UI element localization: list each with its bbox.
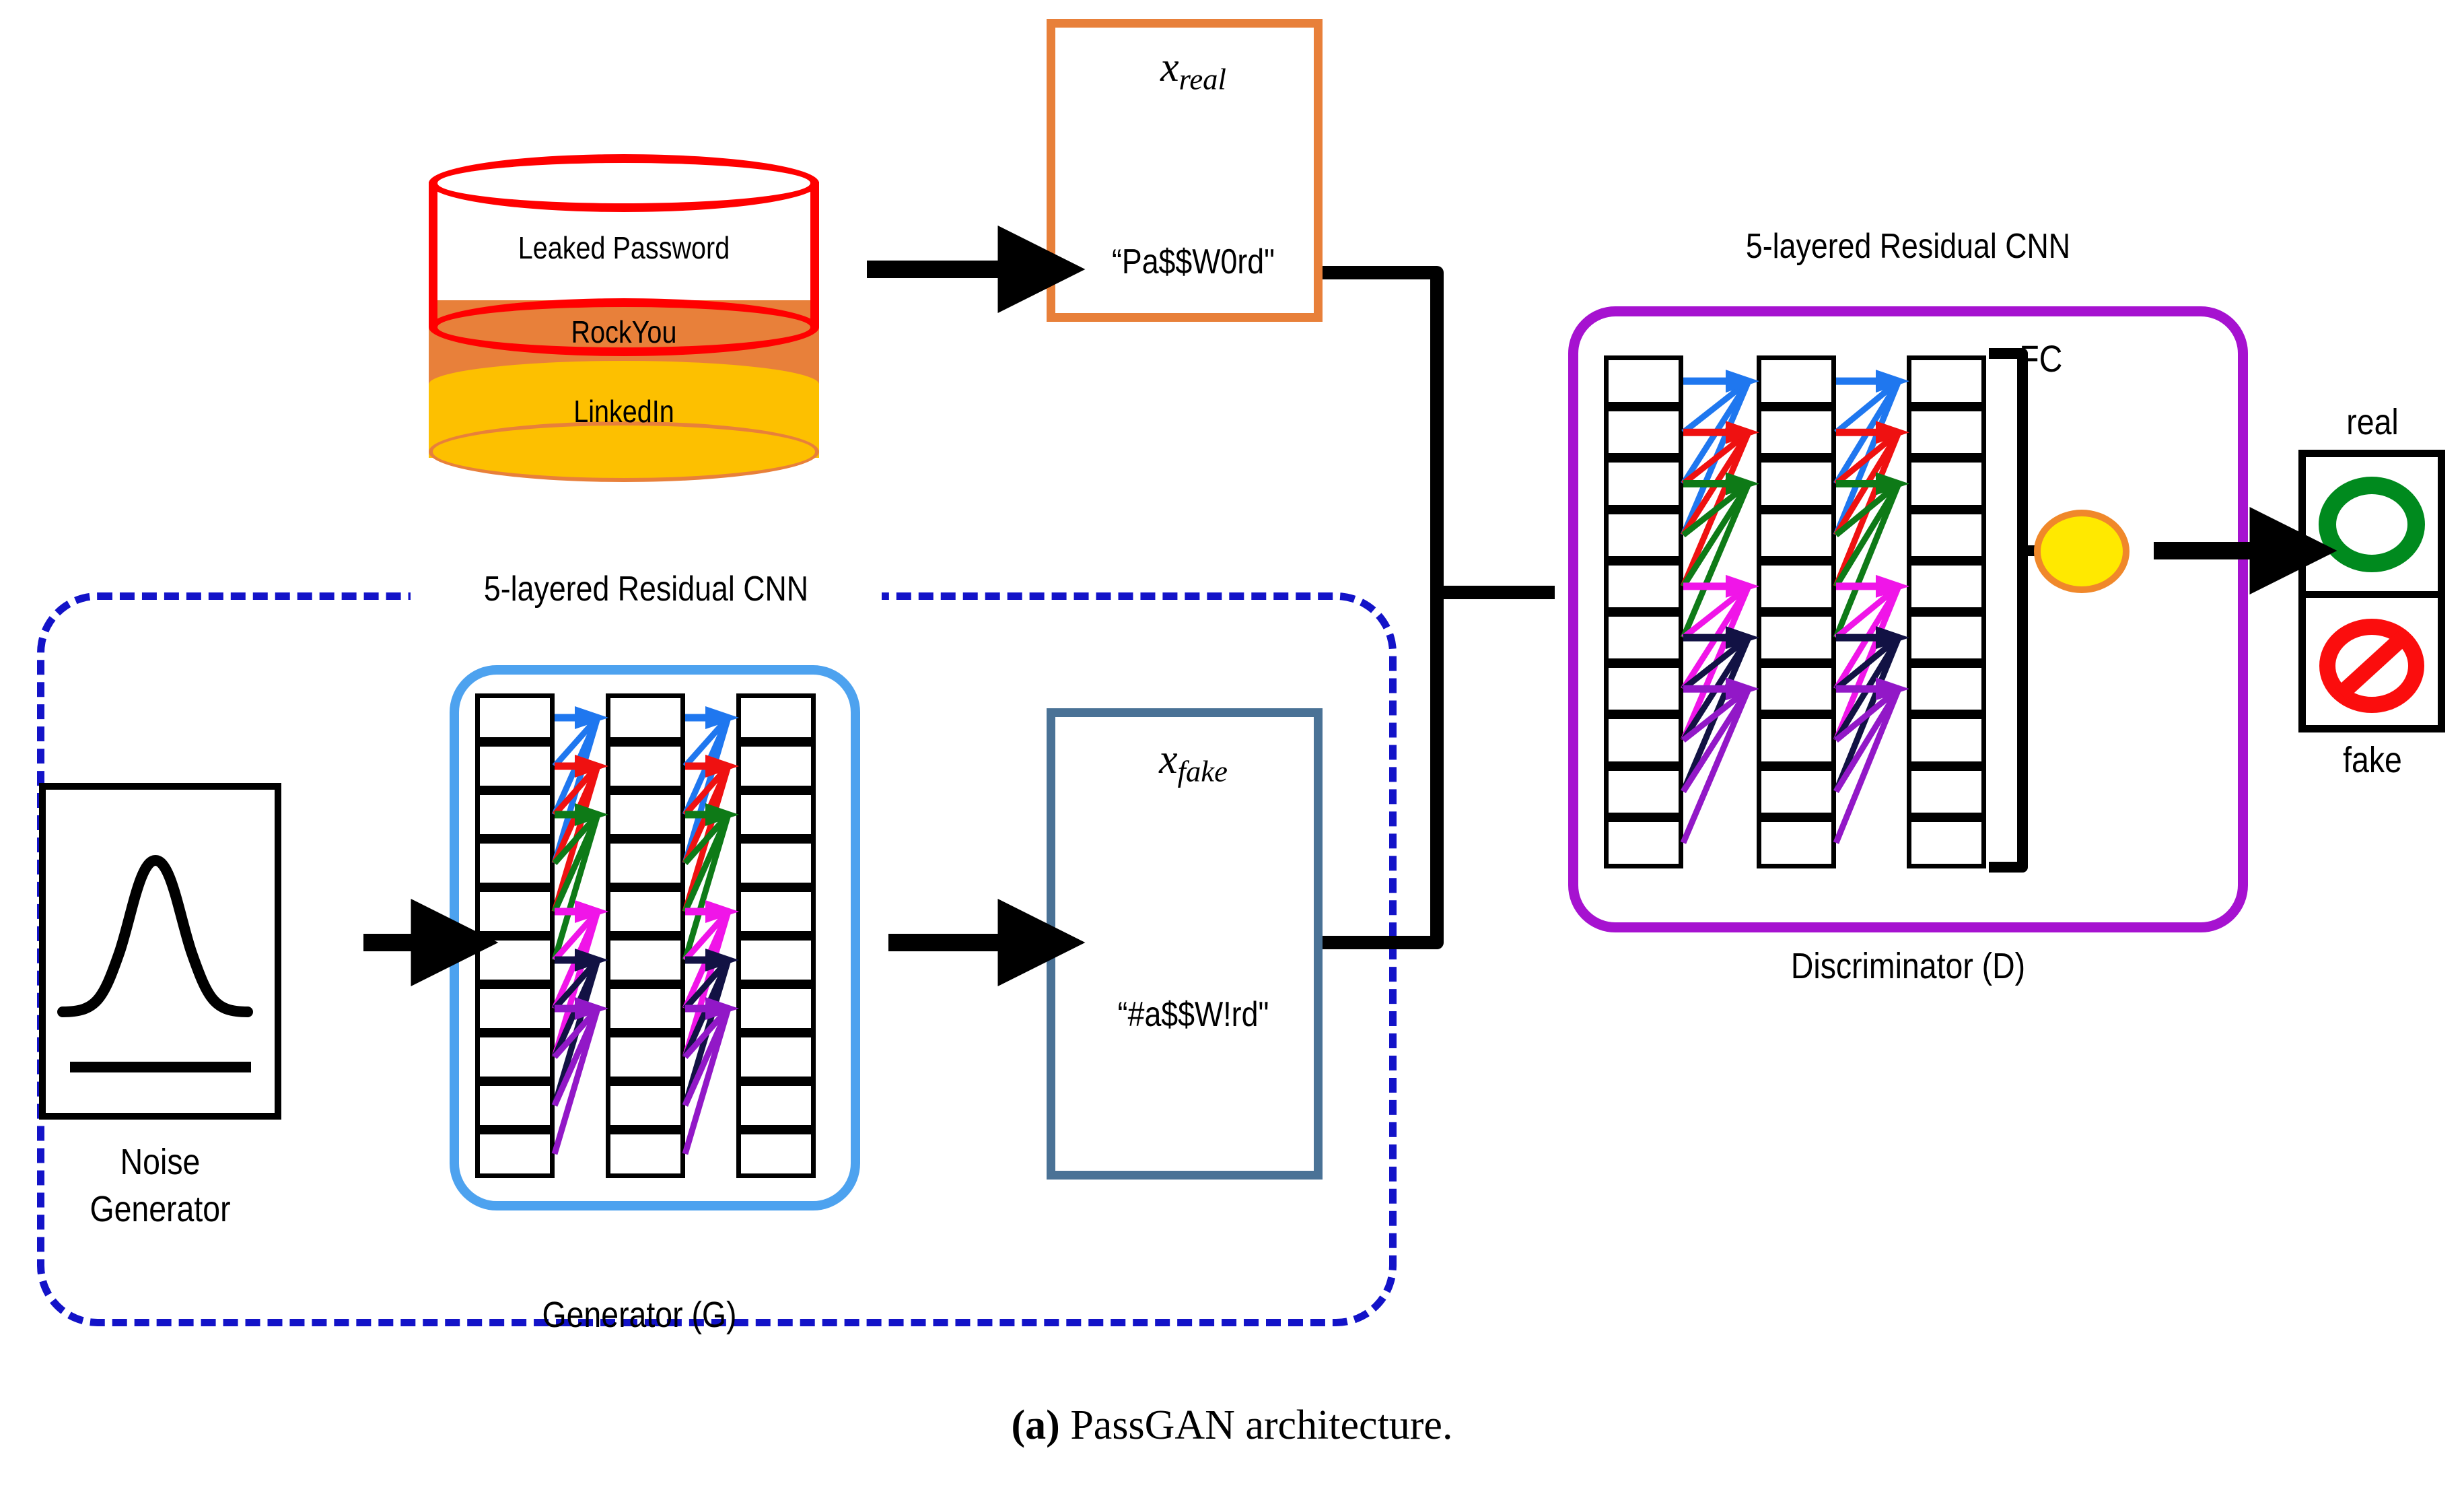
db-red-right-wall (810, 182, 819, 327)
discriminator-cnn-column-3 (1907, 355, 1986, 868)
cnn-cell (1757, 663, 1836, 715)
cnn-cell (475, 984, 555, 1033)
discriminator-label: Discriminator (D) (1790, 946, 2026, 986)
noise-generator-label-line2: Generator (90, 1189, 231, 1229)
db-red-left-wall (429, 182, 437, 327)
cnn-cell (606, 1130, 685, 1178)
cnn-cell (1604, 714, 1683, 766)
fc-label: FC (2019, 337, 2063, 380)
cnn-cell (736, 839, 816, 887)
cnn-cell (475, 936, 555, 984)
cnn-cell (736, 1081, 816, 1130)
cnn-cell (1757, 509, 1836, 561)
discriminator-cnn-column-1 (1604, 355, 1683, 868)
cnn-cell (736, 1033, 816, 1081)
output-box-divider (2306, 591, 2438, 598)
cnn-cell (1907, 509, 1986, 561)
cnn-cell (606, 984, 685, 1033)
cnn-cell (606, 1081, 685, 1130)
cnn-cell (475, 742, 555, 790)
output-decision-box (2298, 450, 2445, 732)
db-bottom-label: LinkedIn (573, 394, 674, 429)
cnn-cell (606, 1033, 685, 1081)
cnn-cell (1907, 765, 1986, 817)
cnn-cell (606, 839, 685, 887)
cnn-cell (1907, 817, 1986, 868)
green-circle-icon (2319, 477, 2425, 572)
x-real-box: xreal “Pa$$W0rd" (1047, 19, 1323, 322)
cnn-cell (1604, 355, 1683, 407)
cnn-cell (1907, 714, 1986, 766)
output-real-label: real (2346, 402, 2399, 442)
discriminator-cnn-column-2 (1757, 355, 1836, 868)
red-prohibition-icon (2319, 619, 2424, 713)
cnn-cell (606, 742, 685, 790)
cnn-cell (1604, 817, 1683, 868)
generator-cnn-label: 5-layered Residual CNN (483, 570, 809, 609)
cnn-cell (1604, 458, 1683, 510)
cnn-cell (1757, 612, 1836, 664)
cnn-cell (1604, 407, 1683, 458)
cnn-cell (1907, 560, 1986, 612)
noise-generator-label-line1: Noise (120, 1142, 201, 1182)
cnn-cell (1604, 560, 1683, 612)
generator-cnn-column-2 (606, 693, 685, 1178)
x-real-symbol: xreal (1160, 44, 1226, 96)
cnn-cell (1757, 560, 1836, 612)
cnn-cell (736, 1130, 816, 1178)
cnn-cell (1757, 765, 1836, 817)
figure-caption: (a) PassGAN architecture. (0, 1402, 2464, 1449)
cnn-cell (606, 887, 685, 936)
cnn-cell (736, 984, 816, 1033)
cnn-cell (736, 742, 816, 790)
cnn-cell (1907, 458, 1986, 510)
noise-generator-box (39, 783, 281, 1120)
cnn-cell (736, 790, 816, 839)
cnn-cell (1907, 663, 1986, 715)
cnn-cell (475, 1130, 555, 1178)
cnn-cell (475, 1033, 555, 1081)
x-real-value: “Pa$$W0rd" (1111, 242, 1275, 281)
db-bottom-cap (429, 421, 819, 482)
db-top-label: Leaked Password (518, 230, 730, 265)
cnn-cell (1604, 663, 1683, 715)
gaussian-curve-icon (57, 854, 253, 1072)
cnn-cell (736, 887, 816, 936)
output-fake-label: fake (2343, 740, 2402, 780)
generator-cnn-column-3 (736, 693, 816, 1178)
cnn-cell (475, 839, 555, 887)
cnn-cell (606, 693, 685, 742)
cnn-cell (1757, 458, 1836, 510)
generator-label: Generator (G) (542, 1295, 737, 1335)
discriminator-cnn-label: 5-layered Residual CNN (1745, 227, 2071, 266)
cnn-cell (1604, 612, 1683, 664)
caption-index: (a) (1011, 1402, 1060, 1448)
db-mid-label: RockYou (571, 314, 677, 349)
cnn-cell (736, 936, 816, 984)
cnn-cell (606, 936, 685, 984)
db-red-top-ellipse (429, 154, 819, 212)
passgan-architecture-diagram: Leaked Password RockYou LinkedIn xreal “… (0, 0, 2464, 1502)
cnn-cell (1604, 765, 1683, 817)
sigmoid-output-node (2034, 510, 2129, 593)
cnn-cell (1757, 817, 1836, 868)
leaked-password-database: Leaked Password RockYou LinkedIn (429, 132, 819, 482)
cnn-cell (475, 1081, 555, 1130)
cnn-cell (736, 693, 816, 742)
cnn-cell (1757, 714, 1836, 766)
generator-cnn-column-1 (475, 693, 555, 1178)
cnn-cell (1907, 355, 1986, 407)
cnn-cell (1604, 509, 1683, 561)
cnn-cell (1757, 407, 1836, 458)
cnn-cell (475, 790, 555, 839)
caption-text: PassGAN architecture. (1070, 1402, 1453, 1448)
cnn-cell (606, 790, 685, 839)
cnn-cell (1907, 407, 1986, 458)
cnn-cell (1907, 612, 1986, 664)
cnn-cell (1757, 355, 1836, 407)
cnn-cell (475, 693, 555, 742)
cnn-cell (475, 887, 555, 936)
